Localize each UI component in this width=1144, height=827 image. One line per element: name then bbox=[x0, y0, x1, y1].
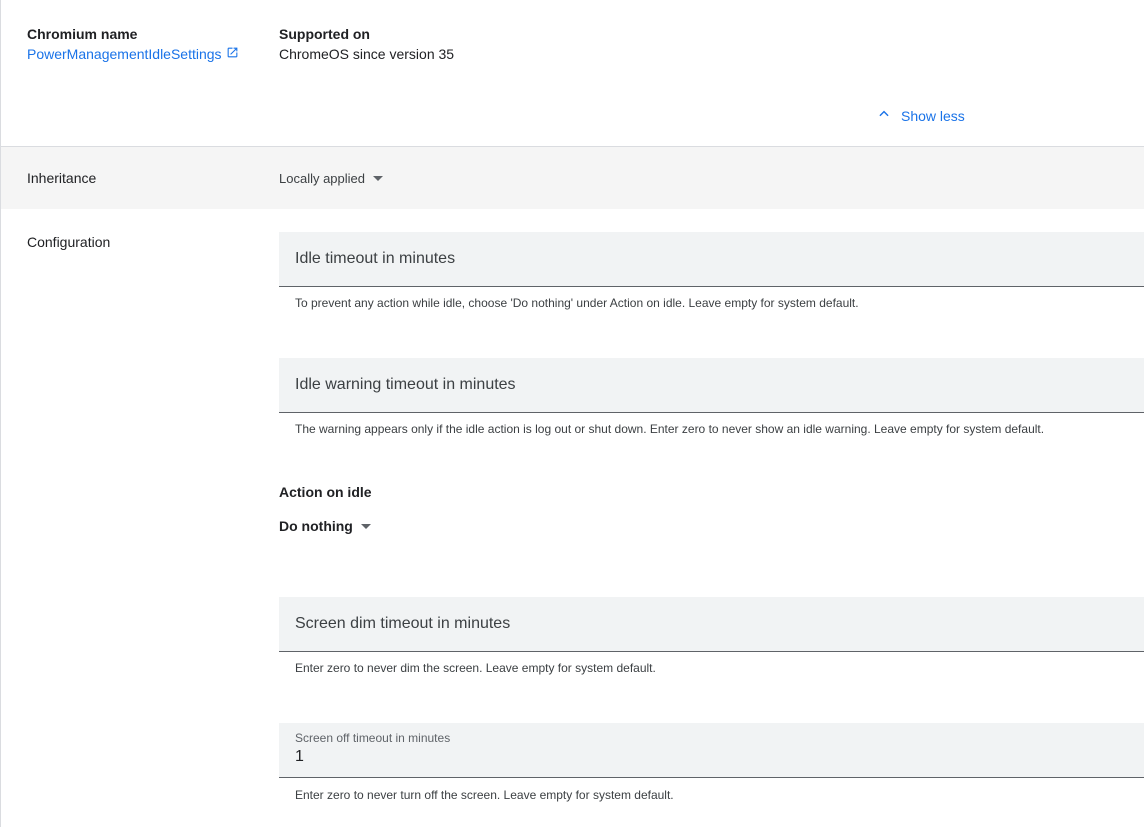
screen-off-timeout-value: 1 bbox=[295, 748, 304, 765]
idle-warning-timeout-input[interactable]: Idle warning timeout in minutes bbox=[279, 358, 1144, 413]
arrow-drop-down-icon bbox=[360, 523, 371, 529]
supported-on-value: ChromeOS since version 35 bbox=[279, 46, 455, 62]
screen-off-timeout-hint: Enter zero to never turn off the screen.… bbox=[295, 788, 674, 802]
inheritance-label: Inheritance bbox=[27, 170, 97, 186]
screen-off-timeout-input[interactable]: Screen off timeout in minutes 1 bbox=[279, 723, 1144, 778]
action-on-idle-label: Action on idle bbox=[279, 484, 372, 500]
inheritance-row bbox=[1, 147, 1144, 209]
chromium-name-link-text: PowerManagementIdleSettings bbox=[27, 46, 222, 62]
screen-dim-timeout-placeholder: Screen dim timeout in minutes bbox=[295, 615, 511, 632]
open-in-new-icon bbox=[226, 46, 239, 62]
supported-on-label: Supported on bbox=[279, 26, 370, 42]
idle-warning-timeout-placeholder: Idle warning timeout in minutes bbox=[295, 376, 516, 393]
arrow-drop-down-icon bbox=[373, 176, 384, 181]
inheritance-value: Locally applied bbox=[279, 171, 366, 186]
show-less-button[interactable]: Show less bbox=[877, 107, 965, 124]
idle-timeout-hint: To prevent any action while idle, choose… bbox=[295, 296, 859, 310]
idle-warning-timeout-hint: The warning appears only if the idle act… bbox=[295, 422, 1045, 436]
action-on-idle-value: Do nothing bbox=[279, 518, 353, 534]
configuration-label: Configuration bbox=[27, 234, 111, 250]
idle-timeout-input[interactable]: Idle timeout in minutes bbox=[279, 232, 1144, 287]
idle-timeout-placeholder: Idle timeout in minutes bbox=[295, 250, 456, 267]
chevron-up-icon bbox=[877, 107, 891, 124]
screen-dim-timeout-hint: Enter zero to never dim the screen. Leav… bbox=[295, 661, 656, 675]
show-less-label: Show less bbox=[901, 107, 965, 124]
policy-details-panel: Chromium name PowerManagementIdleSetting… bbox=[0, 0, 1144, 827]
screen-dim-timeout-input[interactable]: Screen dim timeout in minutes bbox=[279, 597, 1144, 652]
inheritance-dropdown[interactable]: Locally applied bbox=[279, 171, 384, 186]
chromium-name-link[interactable]: PowerManagementIdleSettings bbox=[27, 46, 239, 62]
action-on-idle-dropdown[interactable]: Do nothing bbox=[279, 518, 371, 534]
chromium-name-label: Chromium name bbox=[27, 26, 138, 42]
screen-off-timeout-label: Screen off timeout in minutes bbox=[295, 731, 451, 745]
